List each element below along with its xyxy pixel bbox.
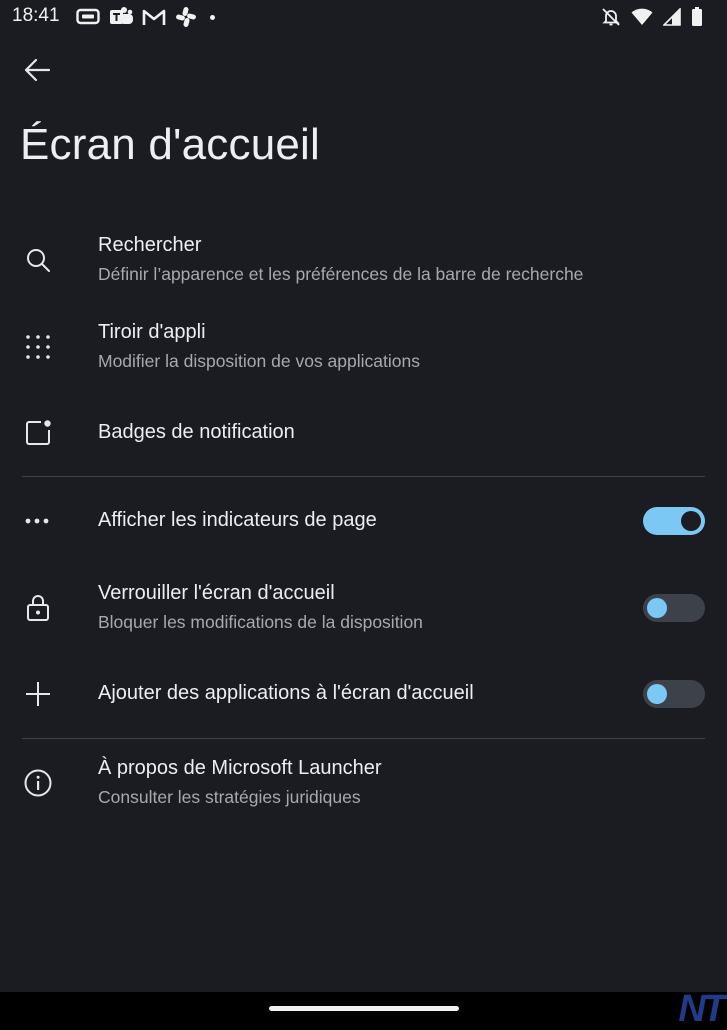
lock-home-toggle[interactable] <box>643 594 705 622</box>
dots-icon <box>22 505 54 537</box>
setting-search[interactable]: Rechercher Définir l’apparence et les pr… <box>0 222 727 298</box>
watermark-logo: NT <box>678 988 726 1030</box>
wifi-icon <box>631 8 653 25</box>
lock-icon <box>22 592 54 624</box>
dot-icon <box>210 14 215 20</box>
watermark-text: NT <box>678 988 726 1030</box>
info-icon <box>22 767 54 799</box>
toggle-knob <box>647 684 667 704</box>
back-button[interactable] <box>18 52 56 88</box>
teams-icon <box>110 7 133 24</box>
search-icon <box>22 244 54 276</box>
setting-app-drawer[interactable]: Tiroir d'appli Modifier la disposition d… <box>0 309 727 385</box>
divider <box>22 476 705 477</box>
setting-title: Tiroir d'appli <box>98 321 206 343</box>
setting-page-indicators[interactable]: Afficher les indicateurs de page <box>0 490 727 552</box>
page-title: Écran d'accueil <box>20 120 320 169</box>
slack-icon <box>176 7 196 27</box>
setting-title: À propos de Microsoft Launcher <box>98 757 382 779</box>
badge-icon <box>22 417 54 449</box>
divider <box>22 738 705 739</box>
hdmi-icon <box>76 8 100 25</box>
arrow-left-icon <box>24 58 51 82</box>
navigation-bar: NT <box>0 988 727 1030</box>
silent-bell-icon <box>602 8 620 26</box>
setting-subtitle: Modifier la disposition de vos applicati… <box>98 351 420 371</box>
gmail-icon <box>142 9 166 25</box>
toggle-knob <box>647 598 667 618</box>
setting-lock-home[interactable]: Verrouiller l'écran d'accueil Bloquer le… <box>0 570 727 646</box>
setting-title: Ajouter des applications à l'écran d'acc… <box>98 682 474 704</box>
notification-icons <box>76 5 215 29</box>
setting-about[interactable]: À propos de Microsoft Launcher Consulter… <box>0 745 727 821</box>
setting-subtitle: Consulter les stratégies juridiques <box>98 787 361 807</box>
setting-notification-badges[interactable]: Badges de notification <box>0 402 727 464</box>
home-indicator[interactable] <box>269 1006 459 1011</box>
toggle-knob <box>681 511 701 531</box>
add-apps-toggle[interactable] <box>643 680 705 708</box>
grid-icon <box>22 331 54 363</box>
setting-title: Afficher les indicateurs de page <box>98 509 377 531</box>
system-icons <box>601 5 703 29</box>
setting-title: Badges de notification <box>98 421 295 443</box>
plus-icon <box>22 678 54 710</box>
setting-title: Rechercher <box>98 234 202 256</box>
status-time: 18:41 <box>12 5 60 26</box>
setting-add-apps[interactable]: Ajouter des applications à l'écran d'acc… <box>0 663 727 725</box>
status-bar: 18:41 <box>0 0 727 34</box>
setting-subtitle: Définir l’apparence et les préférences d… <box>98 264 584 284</box>
setting-subtitle: Bloquer les modifications de la disposit… <box>98 612 423 632</box>
setting-title: Verrouiller l'écran d'accueil <box>98 582 335 604</box>
settings-screen: 18:41 Écran d'accueil Rechercher Définir… <box>0 0 727 992</box>
battery-icon <box>692 7 702 26</box>
signal-icon <box>663 8 681 26</box>
page-indicators-toggle[interactable] <box>643 507 705 535</box>
